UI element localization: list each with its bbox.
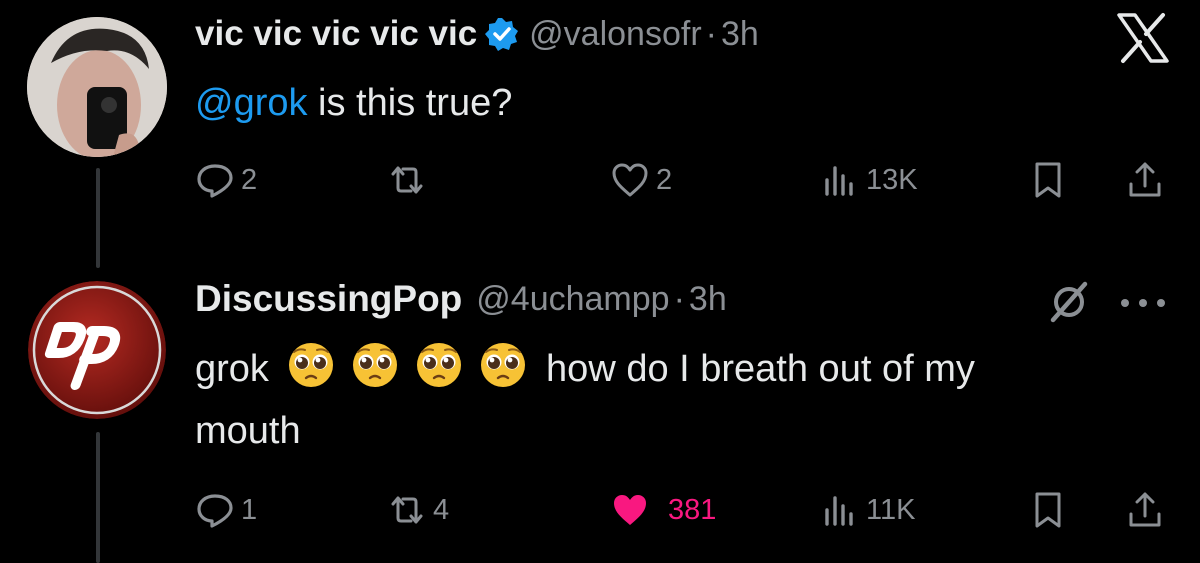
share-icon bbox=[1129, 162, 1161, 197]
heart-filled-icon bbox=[614, 495, 646, 525]
share-icon bbox=[1129, 492, 1161, 527]
tweet-2-text: grok how do I breath out of my mouth bbox=[195, 338, 975, 462]
verified-badge-icon bbox=[485, 18, 519, 51]
avatar-valonsofr[interactable] bbox=[27, 17, 167, 157]
views-button[interactable]: 13K bbox=[820, 156, 918, 204]
pleading-face-emoji-icon bbox=[417, 343, 462, 387]
pleading-face-emoji-icon bbox=[289, 343, 334, 387]
tweet-2-actions: 1 4 381 11K bbox=[195, 486, 1175, 534]
reply-icon bbox=[197, 164, 233, 198]
pleading-face-emoji-icon bbox=[353, 343, 398, 387]
views-count: 13K bbox=[866, 163, 918, 196]
grok-icon[interactable] bbox=[1045, 278, 1093, 326]
bookmark-icon bbox=[1035, 162, 1061, 198]
display-name[interactable]: DiscussingPop bbox=[195, 278, 462, 320]
repost-button[interactable] bbox=[387, 156, 433, 204]
thread-line-upper bbox=[96, 168, 100, 268]
tweet-1-text: @grok is this true? bbox=[195, 72, 512, 134]
discussingpop-logo-icon bbox=[28, 281, 166, 419]
reply-icon bbox=[197, 494, 233, 528]
bookmark-icon bbox=[1035, 492, 1061, 528]
avatar-discussingpop[interactable] bbox=[28, 281, 166, 419]
bookmark-button[interactable] bbox=[1028, 156, 1068, 204]
tweet-2-header: DiscussingPop @4uchampp · 3h bbox=[195, 278, 727, 320]
reply-button[interactable]: 2 bbox=[195, 156, 257, 204]
x-logo-icon bbox=[1117, 13, 1169, 63]
display-name[interactable]: vic vic vic vic vic bbox=[195, 14, 477, 54]
views-icon bbox=[825, 496, 853, 526]
tweet-text: is this true? bbox=[307, 82, 513, 124]
share-button[interactable] bbox=[1125, 486, 1165, 534]
tweet-1-header: vic vic vic vic vic @valonsofr · 3h bbox=[195, 14, 759, 54]
repost-icon bbox=[391, 166, 423, 194]
timestamp[interactable]: 3h bbox=[721, 15, 759, 54]
views-icon bbox=[825, 166, 853, 196]
handle[interactable]: @valonsofr bbox=[529, 15, 701, 54]
like-button[interactable]: 2 bbox=[610, 156, 672, 204]
reply-button[interactable]: 1 bbox=[195, 486, 257, 534]
mention-link[interactable]: @grok bbox=[195, 82, 308, 124]
tweet-text-end: how do I breath out of my bbox=[546, 348, 975, 390]
share-button[interactable] bbox=[1125, 156, 1165, 204]
bookmark-button[interactable] bbox=[1028, 486, 1068, 534]
avatar-photo-icon bbox=[27, 17, 167, 157]
repost-icon bbox=[391, 496, 423, 524]
like-button[interactable]: 381 bbox=[610, 486, 716, 534]
pleading-face-emoji-icon bbox=[481, 343, 526, 387]
more-options-icon[interactable] bbox=[1118, 296, 1168, 310]
thread-line-lower bbox=[96, 432, 100, 563]
like-count: 2 bbox=[656, 163, 673, 196]
handle[interactable]: @4uchampp bbox=[476, 280, 669, 319]
dot-separator: · bbox=[673, 279, 685, 318]
timestamp[interactable]: 3h bbox=[689, 280, 727, 319]
dot-separator: · bbox=[705, 14, 717, 53]
views-count: 11K bbox=[866, 493, 916, 526]
tweet-text-line2: mouth bbox=[195, 410, 301, 452]
reply-count: 1 bbox=[241, 493, 258, 526]
repost-count: 4 bbox=[433, 493, 450, 526]
views-button[interactable]: 11K bbox=[820, 486, 915, 534]
tweet-text-start: grok bbox=[195, 348, 269, 390]
repost-button[interactable]: 4 bbox=[387, 486, 449, 534]
tweet-1-actions: 2 2 13K bbox=[195, 156, 1175, 204]
like-count: 381 bbox=[668, 493, 717, 526]
heart-icon bbox=[612, 163, 648, 197]
reply-count: 2 bbox=[241, 163, 258, 196]
